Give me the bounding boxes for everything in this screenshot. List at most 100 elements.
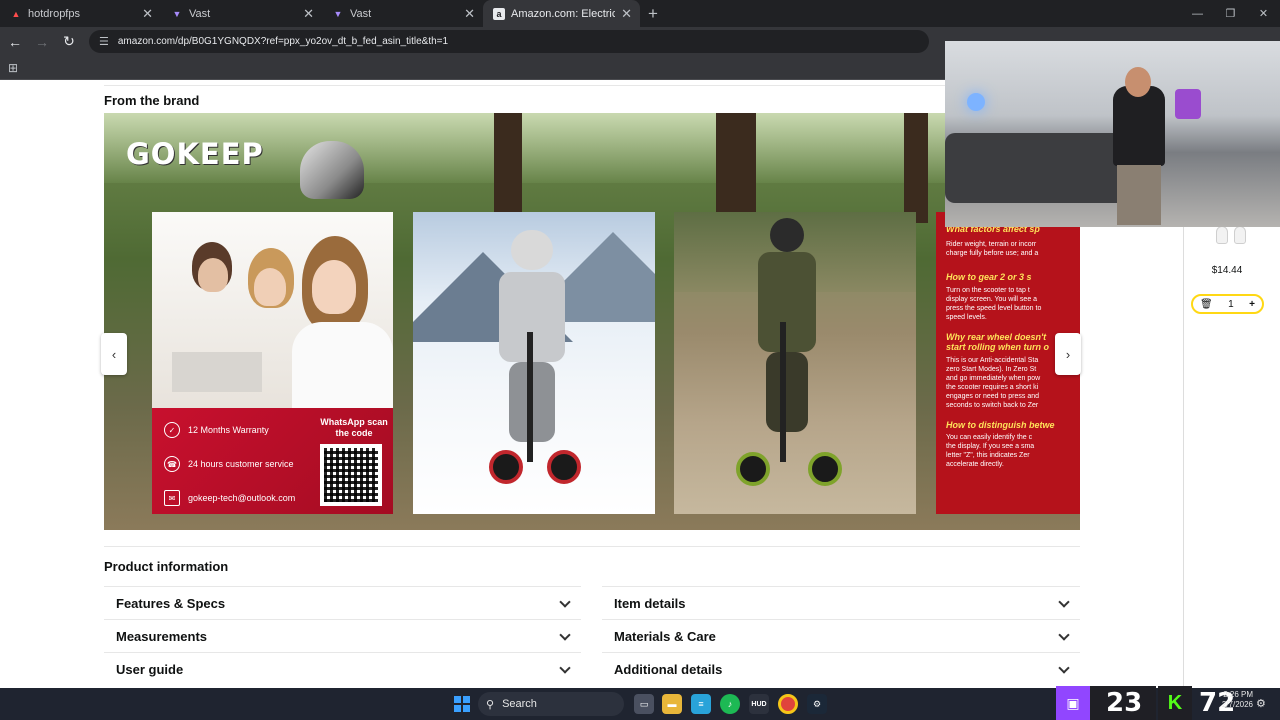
kick-icon: K (1158, 686, 1192, 720)
forward-icon[interactable]: → (30, 30, 54, 54)
whatsapp-label: WhatsApp scan the code (320, 417, 388, 438)
spotify-icon[interactable]: ♪ (720, 694, 740, 714)
measurements-accordion[interactable]: Measurements (104, 619, 581, 653)
email-text: gokeep-tech@outlook.com (188, 493, 296, 503)
quantity-value: 1 (1228, 298, 1234, 310)
steam-icon[interactable]: ⚙ (807, 694, 827, 714)
chevron-down-icon (559, 595, 571, 608)
accordion-label: User guide (116, 662, 184, 677)
scooter-wheel (489, 450, 523, 484)
tree-trunk (904, 113, 928, 223)
user-guide-accordion[interactable]: User guide (104, 652, 581, 686)
task-view-icon[interactable]: ▭ (634, 694, 654, 714)
cart-item-price: $14.44 (1211, 265, 1243, 276)
browser-tab[interactable]: ▲ hotdropfps ✕ (0, 0, 161, 27)
cart-item-image[interactable] (1206, 226, 1256, 262)
bulb (1234, 226, 1246, 244)
address-bar[interactable]: ☰ amazon.com/dp/B0G1YGNQDX?ref=ppx_yo2ov… (89, 30, 929, 53)
close-tab-icon[interactable]: ✕ (464, 6, 475, 22)
system-clock[interactable]: 2:26 PM 2/7/2026 (1195, 690, 1253, 710)
shield-icon: ✓ (164, 422, 180, 438)
webcam-overlay (945, 41, 1280, 227)
close-tab-icon[interactable]: ✕ (303, 6, 314, 22)
taskbar-search[interactable]: ⚲ Search (478, 692, 624, 716)
back-icon[interactable]: ← (3, 30, 27, 54)
carousel-next-button[interactable]: › (1055, 333, 1081, 375)
plus-icon[interactable]: + (1249, 299, 1255, 310)
hud-app-icon[interactable]: HUD (749, 694, 769, 714)
maximize-icon[interactable]: ❐ (1214, 0, 1247, 27)
file-explorer-icon[interactable]: ▬ (662, 694, 682, 714)
features-specs-accordion[interactable]: Features & Specs (104, 586, 581, 620)
streamer-body (1113, 86, 1165, 166)
search-label: Search (502, 698, 537, 710)
apps-grid-icon[interactable]: ⊞ (8, 61, 18, 75)
product-information-heading: Product information (104, 559, 229, 574)
close-tab-icon[interactable]: ✕ (142, 6, 153, 22)
tab-title: Vast (189, 7, 211, 20)
windows-start-icon[interactable] (454, 696, 470, 712)
materials-care-accordion[interactable]: Materials & Care (602, 619, 1080, 653)
reload-icon[interactable]: ↻ (57, 30, 81, 54)
vast-icon: ▼ (333, 8, 343, 19)
accordion-label: Materials & Care (614, 629, 716, 644)
tip-text: engages or need to press and (946, 393, 1040, 400)
notepad-icon[interactable]: ≡ (691, 694, 711, 714)
snow-riding-photo (413, 212, 655, 514)
divider (104, 85, 1080, 86)
window-controls: — ❐ ✕ (1181, 0, 1280, 27)
tip-text: and go immediately when pow (946, 375, 1041, 382)
additional-details-accordion[interactable]: Additional details (602, 652, 1080, 686)
scooter-stem (527, 332, 533, 462)
support-card: ✓ 12 Months Warranty ☎ 24 hours customer… (152, 212, 393, 514)
neon-sign (1175, 89, 1201, 119)
accordion-label: Item details (614, 596, 686, 611)
search-icon: ⚲ (486, 698, 495, 711)
rider-helmet-image (300, 141, 364, 199)
tip-text: You can easily identify the c (946, 434, 1033, 441)
browser-tab-bar: ▲ hotdropfps ✕ ▼ Vast ✕ ▼ Vast ✕ a Amazo… (0, 0, 1280, 27)
lamp-light (967, 93, 985, 111)
carousel-previous-button[interactable]: ‹ (101, 333, 127, 375)
scooter-wheel (736, 452, 770, 486)
notification-icon[interactable]: ⚙ (1256, 697, 1266, 710)
brand-banner: GOKEEP ✓ 12 Months Warranty ☎ 24 hours c… (104, 113, 1080, 530)
tip-heading: How to distinguish betwe (946, 420, 1055, 430)
twitch-stat: ▣ 23 (1056, 686, 1156, 720)
rider-helmet (770, 218, 804, 252)
mail-icon: ✉ (164, 490, 180, 506)
browser-tab-active[interactable]: a Amazon.com: Electric Scooter, ✕ (483, 0, 640, 27)
item-details-accordion[interactable]: Item details (602, 586, 1080, 620)
chevron-left-icon: ‹ (111, 346, 117, 362)
site-info-icon[interactable]: ☰ (99, 35, 109, 48)
accordion-label: Features & Specs (116, 596, 226, 611)
tip-text: press the speed level button to (946, 305, 1042, 312)
browser-tab[interactable]: ▼ Vast ✕ (322, 0, 483, 27)
close-tab-icon[interactable]: ✕ (621, 6, 632, 22)
warranty-text: 12 Months Warranty (188, 425, 269, 435)
chrome-icon[interactable] (778, 694, 798, 714)
warranty-row: ✓ 12 Months Warranty (164, 422, 269, 438)
tip-text: speed levels. (946, 314, 987, 321)
clock-date: 2/7/2026 (1221, 700, 1253, 709)
tab-title: Vast (350, 7, 372, 20)
tip-text: the scooter requires a short ki (946, 384, 1039, 391)
new-tab-icon[interactable]: + (648, 4, 658, 24)
qr-code (320, 444, 382, 506)
tab-title: Amazon.com: Electric Scooter, (511, 7, 616, 20)
minimize-icon[interactable]: — (1181, 0, 1214, 27)
chevron-down-icon (559, 628, 571, 641)
agent-face (198, 258, 228, 292)
chevron-right-icon: › (1065, 346, 1071, 362)
headset-icon: ☎ (164, 456, 180, 472)
browser-tab[interactable]: ▼ Vast ✕ (161, 0, 322, 27)
customer-service-photo (152, 212, 393, 408)
tip-text: the display. If you see a sma (946, 443, 1035, 450)
tip-text: accelerate directly. (946, 461, 1004, 468)
service-row: ☎ 24 hours customer service (164, 456, 294, 472)
trash-icon[interactable]: 🗑 (1200, 299, 1213, 310)
close-window-icon[interactable]: ✕ (1247, 0, 1280, 27)
rider-helmet (511, 230, 553, 270)
quantity-stepper: 🗑 1 + (1191, 294, 1264, 314)
accordion-label: Additional details (614, 662, 723, 677)
